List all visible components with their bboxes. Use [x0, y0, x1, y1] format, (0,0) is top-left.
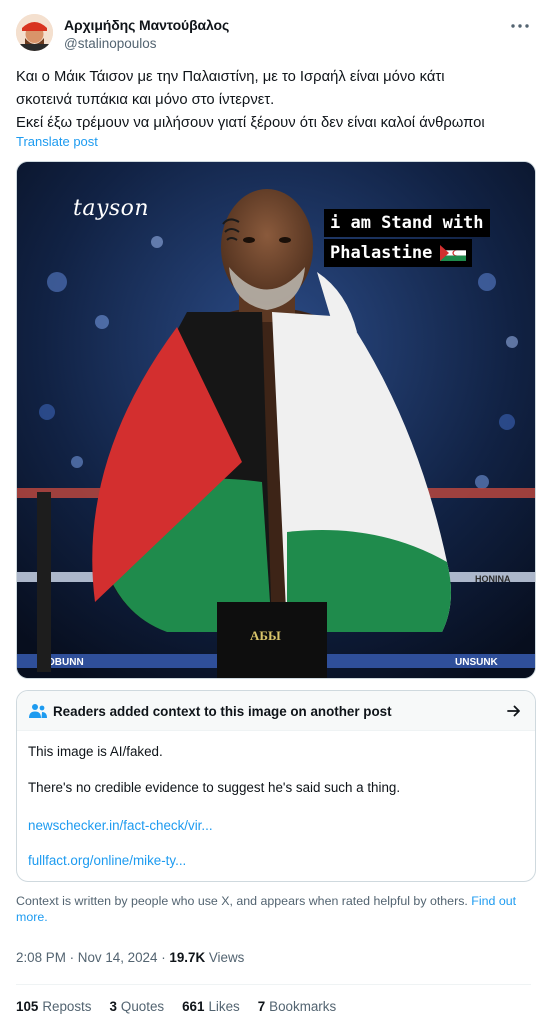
- post-image[interactable]: OBUNN UNSUNK HONINA АБЫ tayson i am Stan…: [16, 161, 536, 679]
- reposts-stat[interactable]: 105 Reposts: [16, 999, 91, 1014]
- source-link[interactable]: fullfact.org/online/mike-ty...: [28, 853, 186, 868]
- community-note-text: This image is AI/faked.: [28, 744, 163, 759]
- more-icon: [511, 24, 529, 28]
- post-text-line: σκοτεινά τυπάκια και μόνο στο ίντερνετ.: [16, 92, 275, 108]
- people-icon: [29, 704, 47, 718]
- more-options-button[interactable]: [509, 16, 531, 36]
- caption-line-2: Phalastine: [324, 239, 473, 267]
- avatar[interactable]: [16, 14, 53, 51]
- separator-dot: ·: [69, 950, 78, 965]
- source-link[interactable]: newschecker.in/fact-check/vir...: [28, 818, 213, 833]
- trunks-text: АБЫ: [250, 628, 281, 643]
- ring-text-right: UNSUNK: [455, 657, 499, 668]
- bookmarks-count: 7: [257, 999, 266, 1014]
- translate-post-link[interactable]: Translate post: [16, 134, 98, 149]
- post-text: Και ο Μάικ Τάισον με την Παλαιστίνη, με …: [16, 66, 536, 135]
- community-note-disclaimer: Context is written by people who use X, …: [16, 893, 531, 925]
- image-caption-overlay: i am Stand with Phalastine: [324, 209, 490, 267]
- likes-count: 661: [182, 999, 205, 1014]
- western-sahara-flag-icon: [440, 245, 467, 261]
- ring-text-side: HONINA: [475, 574, 511, 584]
- caption-line-1-text: i am Stand with: [330, 213, 484, 233]
- author-handle[interactable]: @stalinopoulos: [64, 36, 157, 51]
- disclaimer-text: Context is written by people who use X, …: [16, 894, 468, 908]
- caption-line-2-text: Phalastine: [330, 243, 433, 263]
- community-note-header[interactable]: Readers added context to this image on a…: [17, 691, 535, 731]
- caption-line-1: i am Stand with: [324, 209, 490, 237]
- post-text-line: Και ο Μάικ Τάισον με την Παλαιστίνη, με …: [16, 69, 445, 85]
- arrow-right-icon[interactable]: [505, 702, 523, 720]
- reposts-count: 105: [16, 999, 39, 1014]
- quotes-count: 3: [109, 999, 117, 1014]
- likes-label: Likes: [208, 999, 240, 1014]
- community-note: Readers added context to this image on a…: [16, 690, 536, 882]
- quotes-label: Quotes: [120, 999, 165, 1014]
- ring-text-left: OBUNN: [47, 657, 84, 668]
- community-note-title: Readers added context to this image on a…: [53, 704, 392, 719]
- community-note-text: There's no credible evidence to suggest …: [28, 780, 401, 795]
- engagement-stats: 105 Reposts 3 Quotes 661 Likes 7 Bookmar…: [16, 999, 336, 1014]
- post-header: Αρχιμήδης Μαντούβαλος @stalinopoulos: [16, 14, 531, 58]
- views-label: Views: [208, 950, 245, 965]
- divider: [16, 984, 531, 985]
- bookmarks-label: Bookmarks: [269, 999, 337, 1014]
- bookmarks-stat[interactable]: 7 Bookmarks: [258, 999, 336, 1014]
- quotes-stat[interactable]: 3 Quotes: [109, 999, 164, 1014]
- author-name[interactable]: Αρχιμήδης Μαντούβαλος: [64, 17, 229, 33]
- post-time[interactable]: 2:08 PM: [16, 950, 66, 965]
- reposts-label: Reposts: [42, 999, 92, 1014]
- image-signature-text: tayson: [73, 196, 150, 221]
- likes-stat[interactable]: 661 Likes: [182, 999, 240, 1014]
- post-date[interactable]: Nov 14, 2024: [78, 950, 158, 965]
- post-metadata: 2:08 PM · Nov 14, 2024 · 19.7K Views: [16, 950, 244, 965]
- post-text-line: Εκεί έξω τρέμουν να μιλήσουν γιατί ξέρου…: [16, 115, 485, 131]
- views-count: 19.7K: [169, 950, 206, 965]
